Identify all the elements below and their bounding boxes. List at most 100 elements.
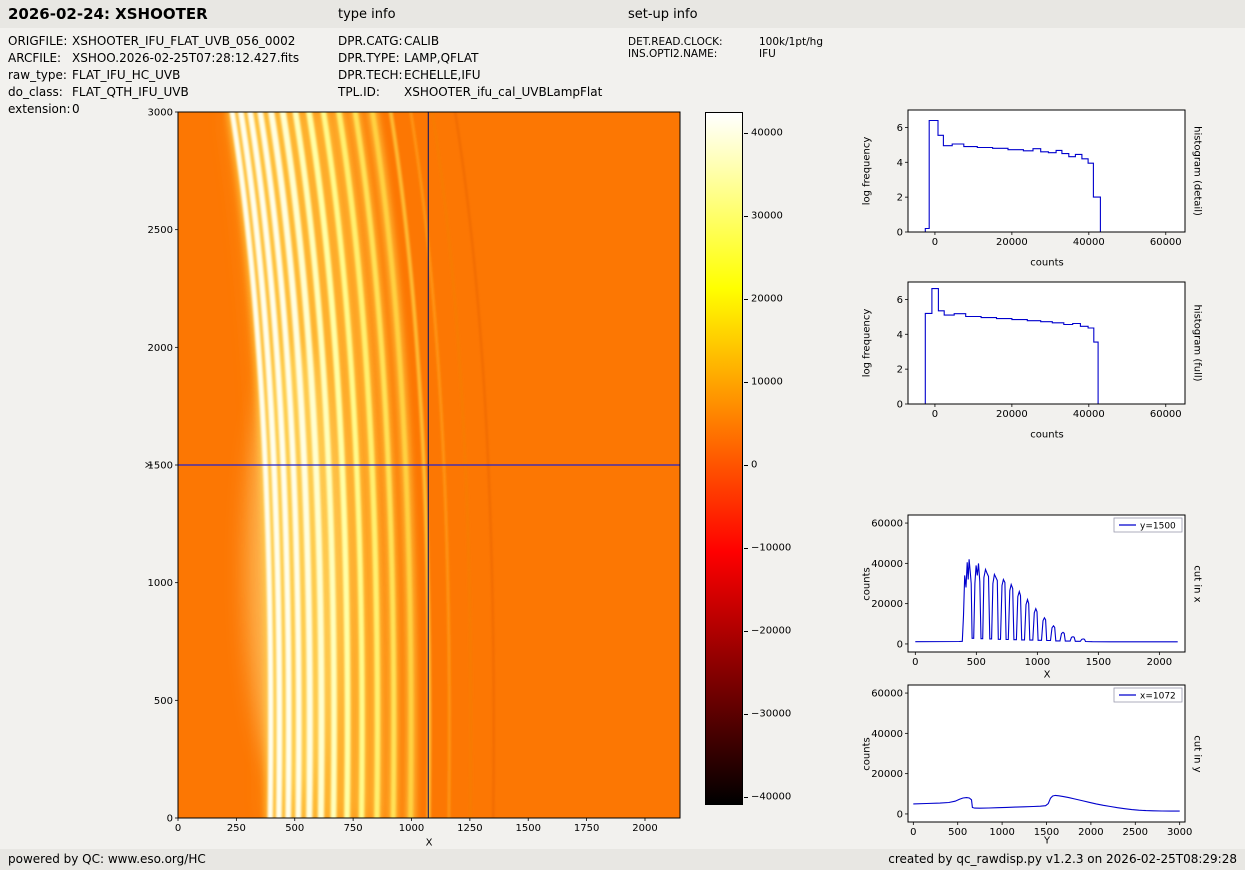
svg-text:20000: 20000: [871, 599, 903, 610]
svg-text:60000: 60000: [871, 519, 903, 530]
meta-value: IFU: [759, 48, 776, 60]
meta-label: DET.READ.CLOCK:: [628, 36, 723, 48]
cut-y-side-label: cut in y: [1191, 735, 1203, 773]
meta-label: DPR.CATG:: [338, 34, 403, 48]
cut-x-yaxis-label: counts: [861, 567, 873, 601]
colorbar-tick-mark: [744, 381, 748, 383]
hist-full-yaxis-label: log frequency: [861, 308, 873, 378]
colorbar-tick-mark: [744, 713, 748, 715]
svg-text:1000: 1000: [1025, 657, 1050, 668]
colorbar-tick-label: 40000: [751, 127, 783, 139]
meta-value: CALIB: [404, 34, 440, 48]
header-bar: 2026-02-24: XSHOOTER type info set-up in…: [0, 0, 1245, 28]
svg-text:750: 750: [344, 823, 363, 834]
qc-report-page: 2026-02-24: XSHOOTER type info set-up in…: [0, 0, 1245, 870]
meta-label: ARCFILE:: [8, 51, 62, 65]
svg-text:2000: 2000: [148, 343, 173, 354]
meta-row-rawtype: raw_type: FLAT_IFU_HC_UVB: [8, 67, 299, 84]
cut-x-side-label: cut in x: [1191, 565, 1203, 603]
meta-row-readclock: DET.READ.CLOCK: 100k/1pt/hg: [628, 36, 823, 48]
page-title: 2026-02-24: XSHOOTER: [8, 5, 208, 23]
meta-row-doclass: do_class: FLAT_QTH_IFU_UVB: [8, 84, 299, 101]
meta-value: 0: [72, 102, 80, 116]
meta-label: extension:: [8, 102, 71, 116]
svg-text:500: 500: [285, 823, 304, 834]
svg-text:40000: 40000: [871, 559, 903, 570]
colorbar-tick-label: −40000: [751, 791, 792, 803]
svg-text:0: 0: [932, 237, 938, 248]
svg-text:250: 250: [227, 823, 246, 834]
svg-text:2500: 2500: [1123, 827, 1148, 838]
svg-text:1500: 1500: [1086, 657, 1111, 668]
meta-label: INS.OPTI2.NAME:: [628, 48, 718, 60]
cut-x-xaxis-label: X: [1043, 669, 1051, 681]
meta-row-tplid: TPL.ID: XSHOOTER_ifu_cal_UVBLampFlat: [338, 84, 602, 101]
type-info-block: DPR.CATG:CALIB DPR.TYPE: LAMP,QFLAT DPR.T…: [338, 33, 602, 101]
meta-value: XSHOOTER_ifu_cal_UVBLampFlat: [404, 85, 603, 99]
svg-text:2000: 2000: [1078, 827, 1103, 838]
meta-label: TPL.ID:: [338, 85, 380, 99]
colorbar-tick-label: 30000: [751, 210, 783, 222]
histogram-full-plot: 0 20000 40000 60000 0 2 4 6: [862, 274, 1193, 428]
colorbar-tick-label: 0: [751, 459, 758, 471]
svg-text:20000: 20000: [996, 237, 1028, 248]
footer-created-by: created by qc_rawdisp.py v1.2.3 on 2026-…: [888, 852, 1237, 866]
colorbar-tick-label: −10000: [751, 542, 792, 554]
svg-text:20000: 20000: [871, 769, 903, 780]
hist-full-side-label: histogram (full): [1191, 304, 1203, 382]
raw-frame-display: 0 250 500 750 1000 1250 1500 1750 2000 0 500 1000 15…: [132, 104, 692, 848]
svg-text:4: 4: [897, 158, 903, 169]
setup-info-heading: set-up info: [628, 7, 698, 22]
meta-label: DPR.TYPE:: [338, 51, 400, 65]
svg-text:1000: 1000: [989, 827, 1014, 838]
svg-text:1000: 1000: [399, 823, 424, 834]
meta-value: FLAT_QTH_IFU_UVB: [72, 85, 189, 99]
svg-text:40000: 40000: [1073, 409, 1105, 420]
colorbar-tick-label: 20000: [751, 293, 783, 305]
footer-powered-by: powered by QC: www.eso.org/HC: [8, 852, 206, 866]
svg-text:0: 0: [910, 827, 916, 838]
meta-label: do_class:: [8, 85, 63, 99]
meta-label: ORIGFILE:: [8, 34, 68, 48]
colorbar-tick-mark: [744, 132, 748, 134]
colorbar-tick-mark: [744, 796, 748, 798]
meta-row-origfile: ORIGFILE: XSHOOTER_IFU_FLAT_UVB_056_0002: [8, 33, 299, 50]
svg-text:x=1072: x=1072: [1140, 692, 1176, 702]
svg-text:0: 0: [897, 400, 903, 411]
meta-value: FLAT_IFU_HC_UVB: [72, 68, 181, 82]
hist-detail-yaxis-label: log frequency: [861, 136, 873, 206]
svg-text:1750: 1750: [574, 823, 599, 834]
colorbar-tick-label: −20000: [751, 625, 792, 637]
cut-in-y-plot: 0 500 1000 1500 2000 2500 3000 0 20000 40000 60000…: [862, 677, 1193, 843]
svg-text:20000: 20000: [996, 409, 1028, 420]
svg-text:40000: 40000: [871, 729, 903, 740]
svg-text:60000: 60000: [871, 689, 903, 700]
hist-detail-xaxis-label: counts: [1030, 257, 1064, 269]
colorbar-tick-mark: [744, 547, 748, 549]
hist-detail-side-label: histogram (detail): [1191, 126, 1203, 216]
setup-info-block: DET.READ.CLOCK: 100k/1pt/hg INS.OPTI2.NAM…: [628, 36, 823, 60]
svg-text:0: 0: [167, 814, 173, 825]
colorbar-tick-label: −30000: [751, 708, 792, 720]
meta-value: 100k/1pt/hg: [759, 36, 823, 48]
meta-row-dprtype: DPR.TYPE: LAMP,QFLAT: [338, 50, 602, 67]
svg-text:60000: 60000: [1150, 409, 1182, 420]
svg-text:0: 0: [897, 809, 903, 820]
hist-full-xaxis-label: counts: [1030, 429, 1064, 441]
svg-text:500: 500: [154, 696, 173, 707]
svg-text:500: 500: [967, 657, 986, 668]
svg-text:3000: 3000: [1167, 827, 1192, 838]
cut-y-yaxis-label: counts: [861, 737, 873, 771]
cut-in-x-plot: 0 500 1000 1500 2000 0 20000 40000 60000 y=1500: [862, 507, 1193, 673]
meta-label: DPR.TECH:: [338, 68, 403, 82]
svg-text:2: 2: [897, 193, 903, 204]
main-yaxis-label: Y: [144, 461, 156, 469]
svg-text:0: 0: [932, 409, 938, 420]
svg-text:2500: 2500: [148, 225, 173, 236]
main-xaxis-label: X: [425, 837, 433, 849]
svg-text:60000: 60000: [1150, 237, 1182, 248]
svg-text:2000: 2000: [1147, 657, 1172, 668]
footer-bar: powered by QC: www.eso.org/HC created by…: [0, 849, 1245, 870]
meta-label: raw_type:: [8, 68, 67, 82]
meta-row-opti2: INS.OPTI2.NAME: IFU: [628, 48, 823, 60]
